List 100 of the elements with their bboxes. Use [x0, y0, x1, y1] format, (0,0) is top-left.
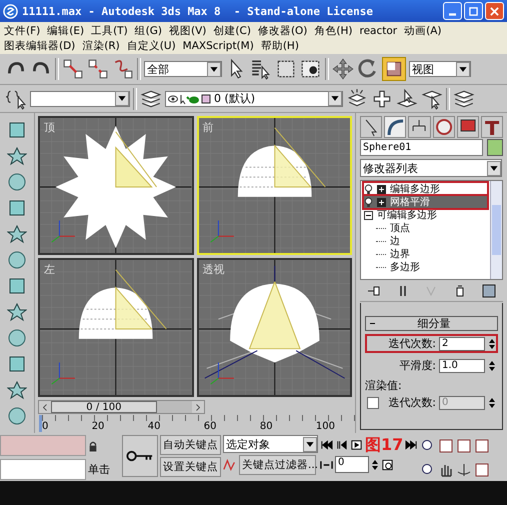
curve-icon[interactable] [384, 116, 406, 138]
link-icon[interactable] [62, 58, 84, 80]
sphere-icon[interactable] [7, 172, 27, 192]
star-icon[interactable] [7, 224, 27, 244]
light-bulb-icon[interactable] [364, 184, 373, 194]
menu-item[interactable]: reactor [360, 24, 398, 36]
scale-icon[interactable] [382, 57, 406, 81]
caret-icon[interactable] [303, 436, 317, 452]
monitor-icon[interactable] [456, 116, 479, 138]
menu-item[interactable]: 组(G) [134, 24, 162, 38]
spinner-arrows-icon[interactable] [488, 338, 496, 350]
cube-icon[interactable] [7, 354, 27, 374]
object-name-field[interactable]: Sphere01 [360, 139, 484, 156]
spinner-arrows-icon[interactable] [488, 396, 496, 408]
caret-icon[interactable] [207, 62, 221, 76]
hammer-icon[interactable] [480, 116, 504, 138]
sphere-icon[interactable] [7, 406, 27, 426]
cube-icon[interactable] [7, 198, 27, 218]
time-scrollbar[interactable]: 0 / 100 [38, 400, 205, 414]
caret-icon[interactable] [328, 91, 342, 106]
scrollbar[interactable] [490, 181, 502, 279]
maxscript-input-field[interactable] [0, 459, 86, 480]
key-curve-icon[interactable] [223, 458, 237, 472]
maximize-button[interactable] [464, 2, 483, 20]
current-frame-field[interactable]: 0 [335, 456, 369, 473]
sub-object-item[interactable]: 边界 [364, 248, 487, 260]
minimize-button[interactable] [443, 2, 462, 20]
expand-icon[interactable] [377, 198, 386, 206]
viewport-label[interactable]: 顶 [44, 120, 55, 135]
checkbox[interactable] [367, 396, 379, 408]
modifier-stack-item[interactable]: 编辑多边形 [364, 183, 487, 195]
modifier-stack-item[interactable]: 网格平滑 [364, 196, 487, 208]
menu-item[interactable]: 视图(V) [169, 24, 206, 38]
sub-object-item[interactable]: 顶点 [364, 222, 487, 234]
viewport[interactable]: 透视 [196, 258, 352, 397]
set-key-button[interactable] [122, 435, 158, 477]
menu-item[interactable]: 帮助(H) [260, 38, 299, 52]
layer-dropdown[interactable]: 0 (默认) [165, 90, 343, 106]
sub-object-item[interactable]: 多边形 [364, 261, 487, 273]
viewport-label[interactable]: 左 [44, 262, 55, 277]
hierarchy-icon[interactable] [408, 116, 431, 138]
viewport[interactable]: 前 [196, 116, 352, 255]
menu-item[interactable]: 编辑(E) [47, 24, 84, 38]
rollout-header[interactable]: 细分量 [365, 316, 498, 331]
menu-item[interactable]: 渲染(R) [82, 38, 120, 52]
menu-item[interactable]: 角色(H) [314, 24, 352, 38]
caret-icon[interactable] [456, 62, 470, 76]
collapse-icon[interactable] [364, 210, 373, 220]
light-bulb-icon[interactable] [364, 196, 373, 208]
close-button[interactable] [485, 2, 504, 20]
select-by-name-icon[interactable] [250, 58, 272, 80]
menu-item[interactable]: 创建(C) [213, 24, 251, 38]
key-filters-button[interactable]: 关键点过滤器... [239, 455, 316, 475]
next-frame-button[interactable] [192, 401, 204, 413]
set-key-mode-button[interactable]: 设置关键点 [160, 457, 221, 477]
object-color-swatch[interactable] [487, 139, 503, 156]
spinner-arrows-icon[interactable] [371, 458, 379, 470]
star-icon[interactable] [7, 380, 27, 400]
sphere-icon[interactable] [7, 250, 27, 270]
lock-icon[interactable] [88, 440, 98, 452]
viewport-label[interactable]: 前 [202, 120, 214, 135]
menu-item[interactable]: 修改器(O) [258, 24, 308, 38]
selection-filter-dropdown[interactable]: 全部 [144, 61, 222, 77]
menu-item[interactable]: MAXScript(M) [182, 40, 254, 52]
caret-icon[interactable] [487, 160, 501, 176]
select-layer-icon[interactable] [396, 88, 418, 110]
menu-item[interactable]: 图表编辑器(D) [4, 38, 76, 52]
sphere-icon[interactable] [7, 328, 27, 348]
bind-icon[interactable] [112, 58, 134, 80]
time-config-icon[interactable] [381, 458, 394, 470]
viewport[interactable]: 顶 [38, 116, 194, 255]
viewport[interactable]: 左 [38, 258, 194, 397]
wheel-icon[interactable] [432, 116, 455, 138]
track-bar[interactable]: 0 20 40 60 80 100 [39, 415, 355, 432]
star-icon[interactable] [7, 302, 27, 322]
menu-item[interactable]: 工具(T) [91, 24, 128, 38]
star-icon[interactable] [7, 146, 27, 166]
expand-icon[interactable] [377, 184, 386, 194]
unlink-icon[interactable] [87, 58, 109, 80]
region-select-icon[interactable] [275, 58, 297, 80]
spinner-arrows-icon[interactable] [488, 360, 496, 372]
spinner-field[interactable]: 2 [439, 336, 485, 350]
caret-icon[interactable] [115, 91, 129, 106]
modifier-list-dropdown[interactable]: 修改器列表 [360, 159, 502, 177]
sub-object-item[interactable]: 边 [364, 235, 487, 247]
scrollbar-thumb[interactable]: 0 / 100 [51, 401, 157, 413]
cube-icon[interactable] [7, 120, 27, 140]
named-selection-dropdown[interactable] [30, 90, 130, 106]
maxscript-listener-field[interactable] [0, 435, 86, 456]
cursor-icon[interactable] [360, 116, 382, 138]
key-mode-icon[interactable] [320, 458, 333, 470]
modifier-stack-item[interactable]: 可编辑多边形 [364, 209, 487, 221]
auto-key-button[interactable]: 自动关键点 [160, 435, 221, 455]
go-to-end-icon[interactable] [405, 439, 418, 451]
menu-item[interactable]: 自定义(U) [126, 38, 176, 52]
play-icon[interactable] [350, 439, 363, 451]
menu-item[interactable]: 动画(A) [404, 24, 442, 38]
viewport-label[interactable]: 透视 [202, 262, 224, 277]
rotate-icon[interactable] [357, 58, 379, 80]
go-to-start-icon[interactable] [320, 439, 333, 451]
